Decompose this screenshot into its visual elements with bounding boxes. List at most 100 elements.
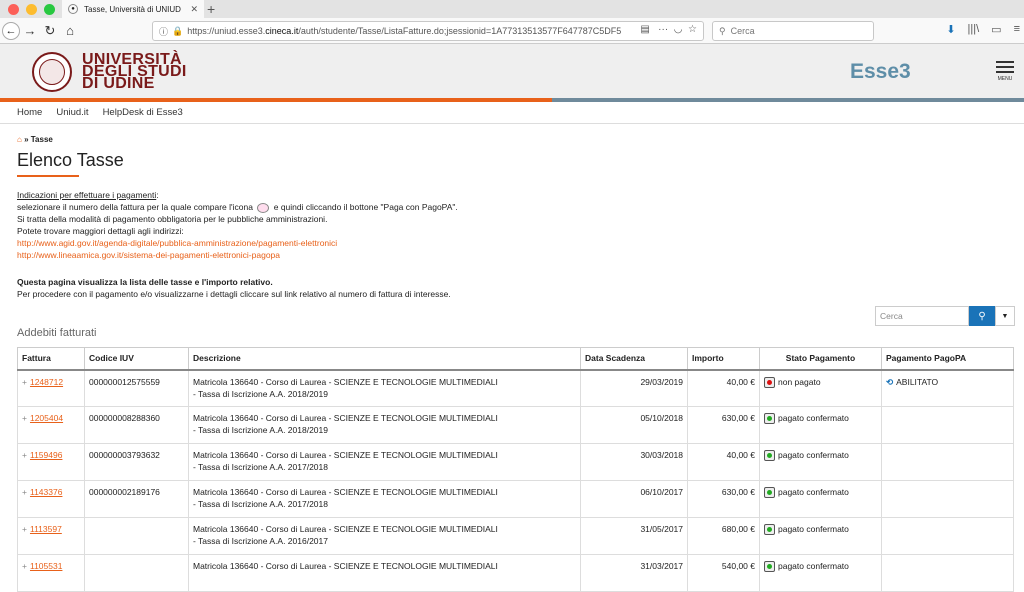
instr-line1b: e quindi cliccando il bottone "Paga con …: [273, 202, 458, 212]
invoice-link[interactable]: 1143376: [30, 487, 62, 497]
nav-home[interactable]: Home: [17, 107, 42, 118]
cell-fattura: +1248712: [17, 369, 85, 407]
col-stato[interactable]: Stato Pagamento: [759, 347, 882, 371]
col-pagopa[interactable]: Pagamento PagoPA: [881, 347, 1014, 371]
browser-search-input[interactable]: ⚲ Cerca: [712, 21, 874, 41]
tab-title: Tasse, Università di UNIUD: [84, 4, 181, 14]
cell-iuv: [84, 554, 189, 592]
expand-icon[interactable]: +: [22, 377, 27, 387]
lineaamica-link[interactable]: http://www.lineaamica.gov.it/sistema-dei…: [17, 250, 280, 260]
menu-button[interactable]: MENU: [994, 58, 1016, 82]
col-descrizione[interactable]: Descrizione: [188, 347, 581, 371]
cell-importo: 680,00 €: [687, 517, 760, 555]
maximize-window-button[interactable]: [44, 3, 55, 15]
reload-button[interactable]: ↻: [40, 23, 60, 39]
status-text: non pagato: [778, 376, 821, 387]
lock-icon: 🔒: [172, 25, 184, 36]
sidebar-icon[interactable]: ▭: [991, 23, 1001, 36]
cell-stato: non pagato: [759, 369, 882, 407]
new-tab-button[interactable]: +: [207, 0, 215, 18]
bookmark-star-icon[interactable]: ☆: [688, 24, 697, 35]
table-row[interactable]: +1105531 Matricola 136640 - Corso di Laur…: [17, 554, 1014, 592]
agid-link[interactable]: http://www.agid.gov.it/agenda-digitale/p…: [17, 238, 337, 248]
table-search-dropdown[interactable]: ▼: [995, 306, 1015, 326]
header-stripe: [0, 98, 1024, 102]
library-icon[interactable]: |||\: [968, 23, 980, 36]
expand-icon[interactable]: +: [22, 450, 27, 460]
invoice-link[interactable]: 1159496: [30, 450, 62, 460]
table-row[interactable]: +1205404 000000008288360 Matricola 136640 …: [17, 406, 1014, 444]
cell-stato: pagato confermato: [759, 443, 882, 481]
breadcrumb-current: Tasse: [30, 135, 53, 144]
minimize-window-button[interactable]: [26, 3, 37, 15]
forward-button[interactable]: →: [20, 23, 40, 38]
info-icon[interactable]: ⓘ: [159, 25, 168, 38]
university-name-logo[interactable]: UNIVERSITÀ DEGLI STUDI DI UDINE: [82, 52, 187, 92]
expand-icon[interactable]: +: [22, 561, 27, 571]
hamburger-icon[interactable]: ≡: [1014, 23, 1020, 36]
invoice-link[interactable]: 1248712: [30, 377, 63, 387]
close-tab-icon[interactable]: ✕: [190, 4, 198, 15]
cell-fattura: +1159496: [17, 443, 85, 481]
cell-pagopa: [881, 443, 1014, 481]
col-fattura[interactable]: Fattura: [17, 347, 85, 371]
table-row[interactable]: +1248712 000000012575559 Matricola 136640 …: [17, 369, 1014, 407]
pocket-icon[interactable]: ◡: [674, 24, 683, 35]
back-button[interactable]: ←: [2, 21, 20, 40]
table-search-input[interactable]: Cerca: [875, 306, 969, 326]
status-light-icon: [764, 524, 775, 536]
cell-scadenza: 06/10/2017: [580, 480, 688, 518]
cell-stato: pagato confermato: [759, 517, 882, 555]
breadcrumb-separator: »: [24, 135, 29, 144]
cell-descrizione: Matricola 136640 - Corso di Laurea - SCI…: [188, 480, 581, 518]
status-text: pagato confermato: [778, 487, 849, 497]
expand-icon[interactable]: +: [22, 413, 27, 423]
table-search-button[interactable]: ⚲: [969, 306, 995, 326]
expand-icon[interactable]: +: [22, 524, 27, 534]
col-importo[interactable]: Importo: [687, 347, 760, 371]
close-window-button[interactable]: [8, 3, 19, 15]
cell-pagopa: ⟲ ABILITATO: [881, 369, 1014, 407]
university-seal-logo[interactable]: [32, 52, 72, 92]
more-icon[interactable]: ···: [658, 24, 668, 35]
cell-iuv: 000000002189176: [84, 480, 189, 518]
browser-toolbar-right: ⬇ |||\ ▭ ≡: [946, 23, 1020, 36]
cell-importo: 40,00 €: [687, 369, 760, 407]
instr-line3: Potete trovare maggiori dettagli agli in…: [17, 226, 184, 236]
address-bar[interactable]: ⓘ 🔒 https://uniud.esse3. cineca.it/auth/s…: [152, 21, 704, 41]
reader-icon[interactable]: ▤: [640, 24, 649, 35]
desc-line1: Matricola 136640 - Corso di Laurea - SCI…: [193, 524, 498, 534]
desc-line2: - Tassa di Iscrizione A.A. 2017/2018: [193, 462, 328, 472]
title-underline: [17, 175, 79, 177]
nav-uniud[interactable]: Uniud.it: [56, 107, 88, 118]
browser-tabbar: ● Tasse, Università di UNIUD ✕ +: [0, 0, 1024, 18]
menu-label: MENU: [997, 76, 1013, 82]
desc-line2: - Tassa di Iscrizione A.A. 2017/2018: [193, 499, 328, 509]
cell-stato: pagato confermato: [759, 554, 882, 592]
invoice-link[interactable]: 1205404: [30, 413, 63, 423]
cell-descrizione: Matricola 136640 - Corso di Laurea - SCI…: [188, 517, 581, 555]
window-controls: [0, 3, 62, 15]
cell-scadenza: 05/10/2018: [580, 406, 688, 444]
desc-line1: Matricola 136640 - Corso di Laurea - SCI…: [193, 450, 498, 460]
status-text: pagato confermato: [778, 561, 849, 571]
invoice-link[interactable]: 1113597: [30, 524, 62, 534]
col-iuv[interactable]: Codice IUV: [84, 347, 189, 371]
home-icon[interactable]: ⌂: [17, 135, 22, 144]
browser-search-placeholder: Cerca: [730, 26, 755, 36]
url-path: /auth/studente/Tasse/ListaFatture.do;jse…: [298, 26, 622, 36]
cell-pagopa: [881, 406, 1014, 444]
nav-helpdesk[interactable]: HelpDesk di Esse3: [103, 107, 183, 118]
search-icon: ⚲: [719, 25, 726, 36]
invoice-link[interactable]: 1105531: [30, 561, 62, 571]
table-row[interactable]: +1143376 000000002189176 Matricola 136640 …: [17, 480, 1014, 518]
desc-line2: - Tassa di Iscrizione A.A. 2018/2019: [193, 388, 328, 399]
esse3-logo[interactable]: Esse3: [850, 60, 911, 84]
browser-tab[interactable]: ● Tasse, Università di UNIUD ✕: [62, 0, 204, 18]
home-icon[interactable]: ⌂: [60, 23, 80, 38]
table-row[interactable]: +1113597 Matricola 136640 - Corso di Laur…: [17, 517, 1014, 555]
expand-icon[interactable]: +: [22, 487, 27, 497]
col-scadenza[interactable]: Data Scadenza: [580, 347, 688, 371]
table-row[interactable]: +1159496 000000003793632 Matricola 136640 …: [17, 443, 1014, 481]
download-icon[interactable]: ⬇: [946, 23, 955, 36]
